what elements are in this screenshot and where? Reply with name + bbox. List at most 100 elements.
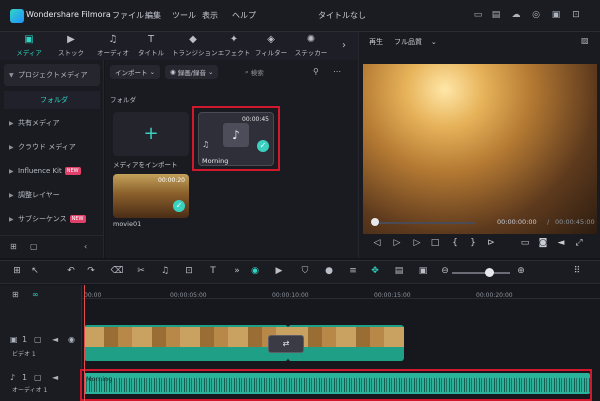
cart-icon[interactable]: ⊡ bbox=[570, 9, 582, 21]
effect-icon: ✦ bbox=[229, 34, 239, 45]
quality-dropdown[interactable]: フル品質 ⌄ bbox=[394, 36, 464, 48]
sidebar-item-influence-kit[interactable]: ▶ Influence Kit NEW bbox=[4, 160, 100, 182]
shield-icon[interactable]: ⛉ bbox=[298, 266, 312, 276]
chevron-right-icon[interactable]: › bbox=[342, 40, 346, 51]
subtitle-icon[interactable]: ▤ bbox=[392, 266, 406, 276]
media-icon: ▣ bbox=[24, 34, 34, 45]
chevron-right-icon: ▶ bbox=[9, 119, 14, 127]
media-item-video[interactable]: 00:00:20 ✓ bbox=[113, 174, 189, 218]
transition-icon: ◆ bbox=[189, 34, 197, 45]
cut-icon[interactable]: ✂ bbox=[134, 266, 148, 276]
step-icon[interactable]: ▷ bbox=[411, 238, 423, 248]
menu-edit[interactable]: 編集 bbox=[145, 10, 161, 21]
select-icon[interactable]: ↖ bbox=[28, 266, 42, 276]
search-input[interactable]: ⌕ 検索 bbox=[245, 65, 305, 79]
time-ruler[interactable]: 00:00 00:00:05:00 00:00:10:00 00:00:15:0… bbox=[82, 285, 600, 299]
volume-icon[interactable]: ◄ bbox=[52, 373, 58, 382]
plus-icon: + bbox=[143, 123, 159, 144]
sidebar-item-cloud-media[interactable]: ▶ クラウド メディア bbox=[4, 136, 100, 158]
zoom-knob[interactable] bbox=[485, 268, 494, 277]
folder-heading: フォルダ bbox=[110, 96, 136, 104]
redo-icon[interactable]: ↷ bbox=[84, 266, 98, 276]
zoom-slider[interactable] bbox=[452, 272, 510, 274]
ruler-tick: 00:00 bbox=[84, 292, 102, 299]
tab-filter[interactable]: ◈ フィルター bbox=[250, 34, 292, 58]
zoom-in-icon[interactable]: ⊕ bbox=[514, 266, 528, 276]
new-folder-icon[interactable]: ⊞ bbox=[10, 242, 17, 251]
crop-icon[interactable]: ⊡ bbox=[182, 266, 196, 276]
import-dropdown[interactable]: インポート ⌄ bbox=[110, 65, 161, 79]
sidebar-item-shared-media[interactable]: ▶ 共有メディア bbox=[4, 112, 100, 134]
text-icon[interactable]: T bbox=[206, 266, 220, 276]
audio-track-label: オーディオ 1 bbox=[12, 387, 48, 394]
render-icon[interactable]: ▶ bbox=[272, 266, 286, 276]
snapshot-icon[interactable]: ▨ bbox=[581, 36, 589, 45]
volume-icon[interactable]: ◄ bbox=[52, 335, 58, 344]
audio-edit-icon[interactable]: ♫ bbox=[158, 266, 172, 276]
gift-icon[interactable]: ▣ bbox=[550, 9, 562, 21]
tab-title[interactable]: T タイトル bbox=[130, 34, 172, 58]
fullscreen-icon[interactable]: ⤢ bbox=[573, 238, 585, 248]
save-icon[interactable]: ▭ bbox=[472, 9, 484, 21]
stop-icon[interactable]: □ bbox=[429, 238, 441, 248]
media-item-name: movie01 bbox=[113, 220, 142, 228]
folder-icon[interactable]: ▢ bbox=[34, 335, 42, 344]
tab-transition[interactable]: ◆ トランジション bbox=[172, 34, 218, 58]
undo-icon[interactable]: ↶ bbox=[64, 266, 78, 276]
eye-icon[interactable]: ◉ bbox=[68, 335, 75, 344]
stock-icon: ▶ bbox=[67, 34, 75, 45]
tab-sticker[interactable]: ✺ ステッカー bbox=[290, 34, 332, 58]
sidebar-item-subsequence[interactable]: ▶ サブシーケンス NEW bbox=[4, 208, 100, 230]
volume-icon[interactable]: ◄ bbox=[555, 238, 567, 248]
snap-icon[interactable]: ✥ bbox=[368, 266, 382, 276]
playhead[interactable] bbox=[84, 285, 85, 401]
marker-icon[interactable]: ⊳ bbox=[485, 238, 497, 248]
delete-icon[interactable]: ⌫ bbox=[110, 266, 124, 276]
mark-out-icon[interactable]: } bbox=[467, 238, 479, 248]
menu-tools[interactable]: ツール bbox=[172, 10, 196, 21]
prev-frame-icon[interactable]: ◁ bbox=[371, 238, 383, 248]
sidebar-item-project-media[interactable]: ▼ プロジェクトメディア bbox=[4, 64, 100, 86]
list-icon[interactable]: ≡ bbox=[346, 266, 360, 276]
add-track-icon[interactable]: ⊞ bbox=[12, 290, 19, 299]
cloud-icon[interactable]: ☁ bbox=[510, 9, 522, 21]
collapse-icon[interactable]: ‹ bbox=[84, 242, 87, 251]
record-dropdown[interactable]: ◉ 録画/録音 ⌄ bbox=[165, 65, 219, 79]
play-icon[interactable]: ▷ bbox=[391, 238, 403, 248]
pip-icon[interactable]: ▣ bbox=[416, 266, 430, 276]
more-icon[interactable]: » bbox=[230, 266, 244, 276]
filter-icon[interactable]: ⚲ bbox=[313, 67, 319, 76]
menu-help[interactable]: ヘルプ bbox=[232, 10, 256, 21]
tab-effect[interactable]: ✦ エフェクト bbox=[213, 34, 255, 58]
camera-icon[interactable]: ◙ bbox=[537, 238, 549, 248]
video-clip[interactable] bbox=[84, 325, 288, 361]
layout-icon[interactable]: ⊞ bbox=[10, 266, 24, 276]
tab-stock[interactable]: ▶ ストック bbox=[50, 34, 92, 58]
ai-icon[interactable]: ◉ bbox=[248, 266, 262, 276]
sidebar-item-adjustment-layer[interactable]: ▶ 調整レイヤー bbox=[4, 184, 100, 206]
mark-in-icon[interactable]: { bbox=[449, 238, 461, 248]
playback-knob[interactable] bbox=[371, 218, 379, 226]
video-clip[interactable] bbox=[288, 325, 404, 361]
sidebar-item-folder[interactable]: フォルダ bbox=[4, 91, 100, 109]
zoom-out-icon[interactable]: ⊖ bbox=[438, 266, 452, 276]
menu-view[interactable]: 表示 bbox=[202, 10, 218, 21]
preview-image bbox=[363, 64, 597, 234]
mic-icon[interactable]: ● bbox=[322, 266, 336, 276]
import-media-card[interactable]: + bbox=[113, 112, 189, 156]
link-icon[interactable]: ∞ bbox=[32, 290, 39, 299]
tab-audio[interactable]: ♫ オーディオ bbox=[92, 34, 134, 58]
headset-icon[interactable]: ◎ bbox=[530, 9, 542, 21]
chevron-right-icon: ▶ bbox=[9, 143, 14, 151]
more-icon[interactable]: ⋯ bbox=[333, 67, 341, 76]
menu-file[interactable]: ファイル bbox=[112, 10, 144, 21]
folder-icon[interactable]: ▢ bbox=[30, 242, 38, 251]
grid-icon[interactable]: ⠿ bbox=[570, 266, 584, 276]
video-track-icon: ▣ bbox=[10, 335, 18, 344]
export-icon[interactable]: ▤ bbox=[490, 9, 502, 21]
tab-media[interactable]: ▣ メディア bbox=[8, 34, 50, 58]
transition-marker[interactable]: ⇄ bbox=[268, 335, 304, 353]
folder-icon[interactable]: ▢ bbox=[34, 373, 42, 382]
playback-progress[interactable] bbox=[375, 222, 475, 224]
display-icon[interactable]: ▭ bbox=[519, 238, 531, 248]
